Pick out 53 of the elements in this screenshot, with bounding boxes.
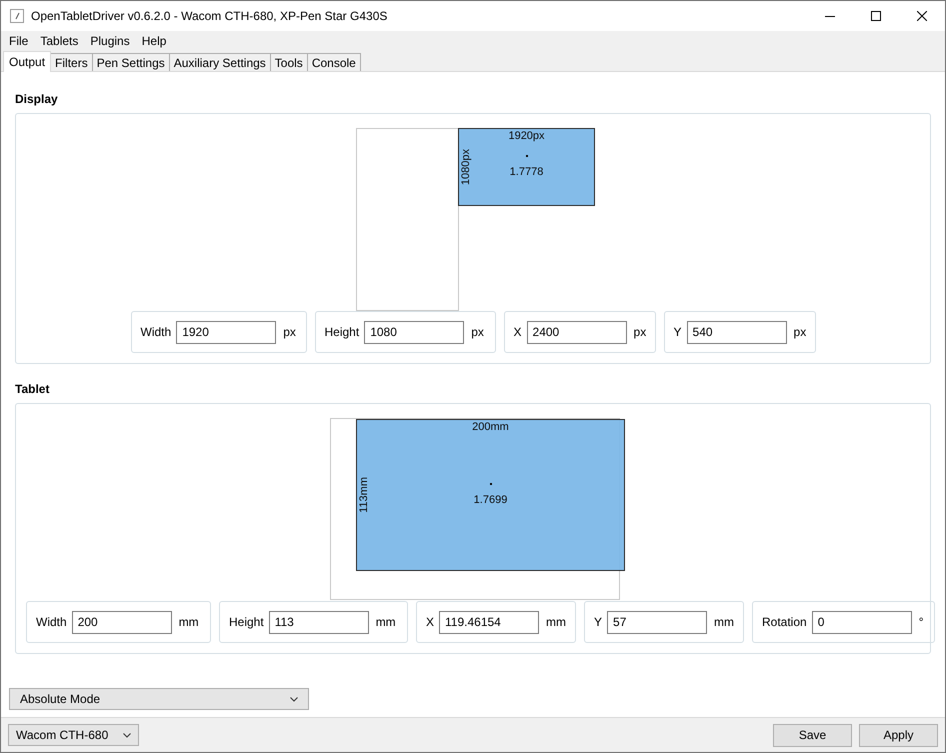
window-title: OpenTabletDriver v0.6.2.0 - Wacom CTH-680, XP-Pen Star G430S <box>31 8 388 25</box>
action-button[interactable]: Save <box>773 724 852 746</box>
number-field[interactable]: 57 <box>607 610 708 634</box>
field-label: Rotation <box>762 614 807 631</box>
unit-label: mm <box>376 614 396 631</box>
unit-label: px <box>283 324 296 341</box>
aspect-ratio: 1.7778 <box>510 165 544 179</box>
field-label: X <box>426 614 434 631</box>
menu-item[interactable]: Help <box>136 32 172 50</box>
area-height-label: 1080px <box>459 148 473 186</box>
field-label: Width <box>140 324 172 341</box>
area-width-label: 1920px <box>508 129 545 143</box>
menu-item[interactable]: File <box>3 32 34 50</box>
number-field[interactable]: 2400 <box>526 320 627 344</box>
field-label: Y <box>594 614 602 631</box>
tab[interactable]: Output <box>3 51 52 72</box>
caret-icon <box>290 696 298 702</box>
tab[interactable]: Auxiliary Settings <box>168 53 271 71</box>
close-icon <box>917 11 927 21</box>
section-title: Display <box>15 92 59 107</box>
unit-label: mm <box>546 614 566 631</box>
menu-item[interactable]: Plugins <box>84 32 136 50</box>
action-button[interactable]: Apply <box>859 724 938 746</box>
number-field[interactable]: 0 <box>812 610 912 634</box>
caret-icon <box>123 732 131 738</box>
number-field[interactable]: 113 <box>268 610 369 634</box>
number-field[interactable]: 119.46154 <box>439 610 540 634</box>
tab[interactable]: Console <box>306 53 361 71</box>
unit-label: mm <box>178 614 199 631</box>
field-label: Height <box>229 614 264 631</box>
number-field[interactable]: 200 <box>72 610 172 634</box>
number-field[interactable]: 540 <box>686 320 787 344</box>
unit-label: px <box>794 324 806 341</box>
mode-dropdown[interactable]: Absolute Mode <box>9 688 309 710</box>
app-icon <box>10 9 24 23</box>
tablet-dropdown[interactable]: Wacom CTH-680 <box>8 724 139 746</box>
area-width-label: 200mm <box>472 420 509 434</box>
number-field[interactable]: 1920 <box>176 320 276 344</box>
tab[interactable]: Pen Settings <box>92 53 170 71</box>
field-label: Width <box>36 614 67 631</box>
menu-item[interactable]: Tablets <box>34 32 84 50</box>
maximize-icon <box>871 11 881 21</box>
field-label: Y <box>674 324 682 341</box>
field-label: X <box>514 324 522 341</box>
area-height-label: 113mm <box>357 477 371 513</box>
number-field[interactable]: 1080 <box>364 320 464 344</box>
section-title: Tablet <box>15 382 50 397</box>
unit-label: px <box>634 324 646 341</box>
unit-label: px <box>471 324 484 341</box>
aspect-ratio: 1.7699 <box>474 493 508 507</box>
unit-label: mm <box>714 614 734 631</box>
unit-label: ° <box>918 614 924 631</box>
field-label: Height <box>324 324 360 341</box>
